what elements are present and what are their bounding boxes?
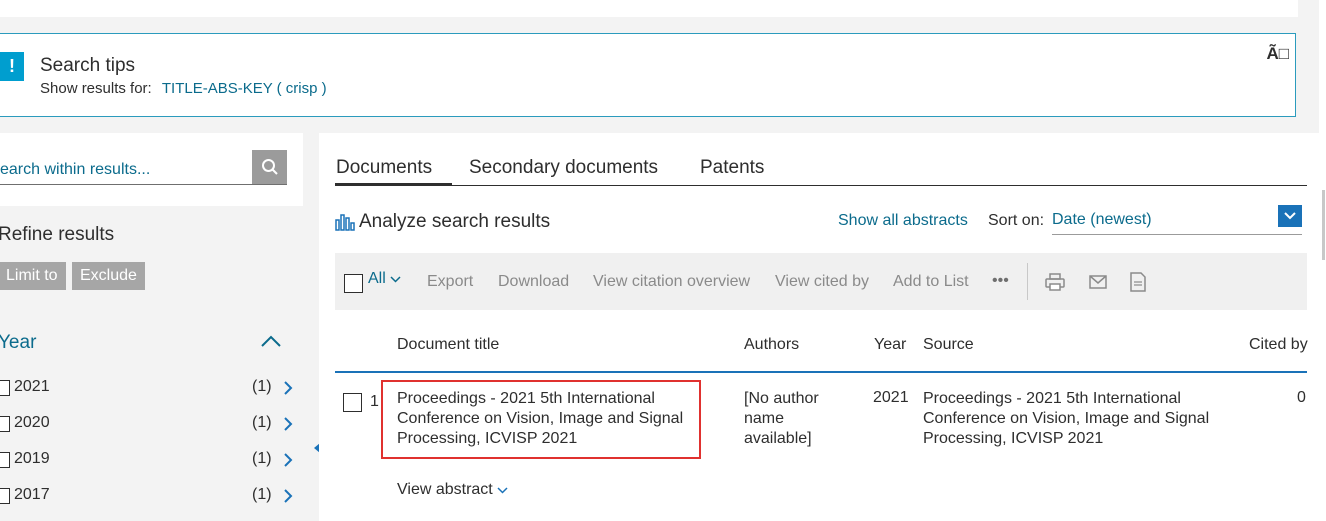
more-options-button[interactable]: ••• bbox=[992, 272, 1009, 290]
limit-to-button[interactable]: Limit to bbox=[0, 262, 66, 290]
all-label: All bbox=[368, 270, 386, 287]
year-label: 2019 bbox=[14, 450, 50, 467]
year-label: 2017 bbox=[14, 486, 50, 503]
year-checkbox[interactable] bbox=[0, 488, 10, 504]
analyze-label: Analyze search results bbox=[359, 211, 551, 232]
chevron-down-icon bbox=[390, 275, 401, 283]
toolbar-separator bbox=[1027, 263, 1028, 300]
year-facet-row[interactable]: 2021 (1) bbox=[0, 378, 300, 398]
refine-results-title: Refine results bbox=[0, 224, 115, 245]
year-count: (1) bbox=[252, 378, 272, 395]
tabs-divider bbox=[335, 185, 1307, 186]
document-authors: [No author name available] bbox=[744, 390, 819, 447]
close-tips-button[interactable]: Ã□ bbox=[1266, 44, 1289, 64]
year-facet-row[interactable]: 2019 (1) bbox=[0, 450, 300, 470]
year-count: (1) bbox=[252, 486, 272, 503]
chevron-right-icon[interactable] bbox=[283, 416, 293, 432]
info-alert-icon: ! bbox=[0, 52, 24, 81]
search-tips-title: Search tips bbox=[40, 55, 136, 76]
document-year: 2021 bbox=[873, 389, 909, 406]
export-button[interactable]: Export bbox=[427, 273, 473, 291]
results-toolbar: All Export Download View citation overvi… bbox=[335, 253, 1307, 310]
chevron-right-icon[interactable] bbox=[283, 488, 293, 504]
search-button[interactable] bbox=[252, 150, 287, 185]
right-edge bbox=[1319, 0, 1326, 521]
document-cited-by[interactable]: 0 bbox=[1297, 389, 1306, 407]
show-all-abstracts-link[interactable]: Show all abstracts bbox=[838, 212, 968, 230]
year-label: 2021 bbox=[14, 378, 50, 395]
row-checkbox[interactable] bbox=[343, 393, 362, 412]
search-tips-banner: ! Search tips Show results for: TITLE-AB… bbox=[0, 33, 1296, 117]
print-icon[interactable] bbox=[1045, 273, 1065, 291]
select-all-dropdown[interactable]: All bbox=[368, 270, 401, 288]
chevron-up-icon[interactable] bbox=[260, 334, 282, 348]
tab-documents[interactable]: Documents bbox=[336, 157, 432, 179]
tab-patents[interactable]: Patents bbox=[700, 157, 764, 179]
column-header-source[interactable]: Source bbox=[923, 336, 974, 354]
exclude-button[interactable]: Exclude bbox=[72, 262, 145, 290]
analyze-search-results[interactable]: Analyze search results bbox=[335, 211, 550, 233]
year-facet-row[interactable]: 2017 (1) bbox=[0, 486, 300, 506]
chevron-right-icon[interactable] bbox=[283, 452, 293, 468]
results-panel: Documents Secondary documents Patents An… bbox=[319, 133, 1319, 521]
year-checkbox[interactable] bbox=[0, 416, 10, 432]
view-citation-overview-button[interactable]: View citation overview bbox=[593, 273, 750, 291]
chevron-down-icon bbox=[1284, 212, 1296, 220]
pdf-icon[interactable] bbox=[1130, 272, 1146, 292]
page-scrollbar[interactable] bbox=[1322, 190, 1325, 260]
highlight-box bbox=[381, 380, 701, 459]
column-header-cited-by[interactable]: Cited by bbox=[1249, 336, 1308, 354]
year-count: (1) bbox=[252, 414, 272, 431]
year-label: 2020 bbox=[14, 414, 50, 431]
sort-value: Date (newest) bbox=[1052, 211, 1152, 228]
view-cited-by-button[interactable]: View cited by bbox=[775, 273, 869, 291]
column-header-year[interactable]: Year bbox=[874, 336, 906, 354]
download-button[interactable]: Download bbox=[498, 273, 569, 291]
year-facet-title[interactable]: Year bbox=[0, 332, 36, 354]
table-header-divider bbox=[335, 371, 1307, 373]
year-facet-row[interactable]: 2020 (1) bbox=[0, 414, 300, 434]
show-results-label: Show results for: bbox=[40, 80, 152, 97]
tab-secondary-documents[interactable]: Secondary documents bbox=[469, 157, 658, 179]
chevron-down-icon bbox=[497, 486, 508, 494]
column-header-title[interactable]: Document title bbox=[397, 336, 499, 354]
select-all-checkbox[interactable] bbox=[344, 274, 363, 293]
sort-label: Sort on: bbox=[988, 212, 1045, 229]
view-abstract-label: View abstract bbox=[397, 481, 493, 498]
top-strip bbox=[0, 0, 1298, 17]
chevron-right-icon[interactable] bbox=[283, 380, 293, 396]
year-checkbox[interactable] bbox=[0, 380, 10, 396]
row-number: 1 bbox=[370, 393, 379, 410]
active-tab-indicator bbox=[335, 183, 452, 186]
search-within-input[interactable] bbox=[0, 150, 252, 185]
view-abstract-link[interactable]: View abstract bbox=[397, 481, 508, 499]
bar-chart-icon bbox=[335, 214, 355, 231]
document-source-link[interactable]: Proceedings - 2021 5th International Con… bbox=[923, 389, 1223, 449]
sort-dropdown-button[interactable] bbox=[1278, 205, 1302, 227]
search-icon bbox=[261, 159, 278, 175]
year-count: (1) bbox=[252, 450, 272, 467]
column-header-authors[interactable]: Authors bbox=[744, 336, 799, 354]
search-within-box bbox=[0, 133, 303, 206]
add-to-list-button[interactable]: Add to List bbox=[893, 273, 969, 291]
sort-select[interactable]: Date (newest) bbox=[1052, 207, 1302, 235]
email-icon[interactable] bbox=[1089, 275, 1107, 289]
year-checkbox[interactable] bbox=[0, 452, 10, 468]
show-results-line: Show results for: TITLE-ABS-KEY ( crisp … bbox=[40, 80, 327, 97]
query-link[interactable]: TITLE-ABS-KEY ( crisp ) bbox=[162, 80, 327, 97]
